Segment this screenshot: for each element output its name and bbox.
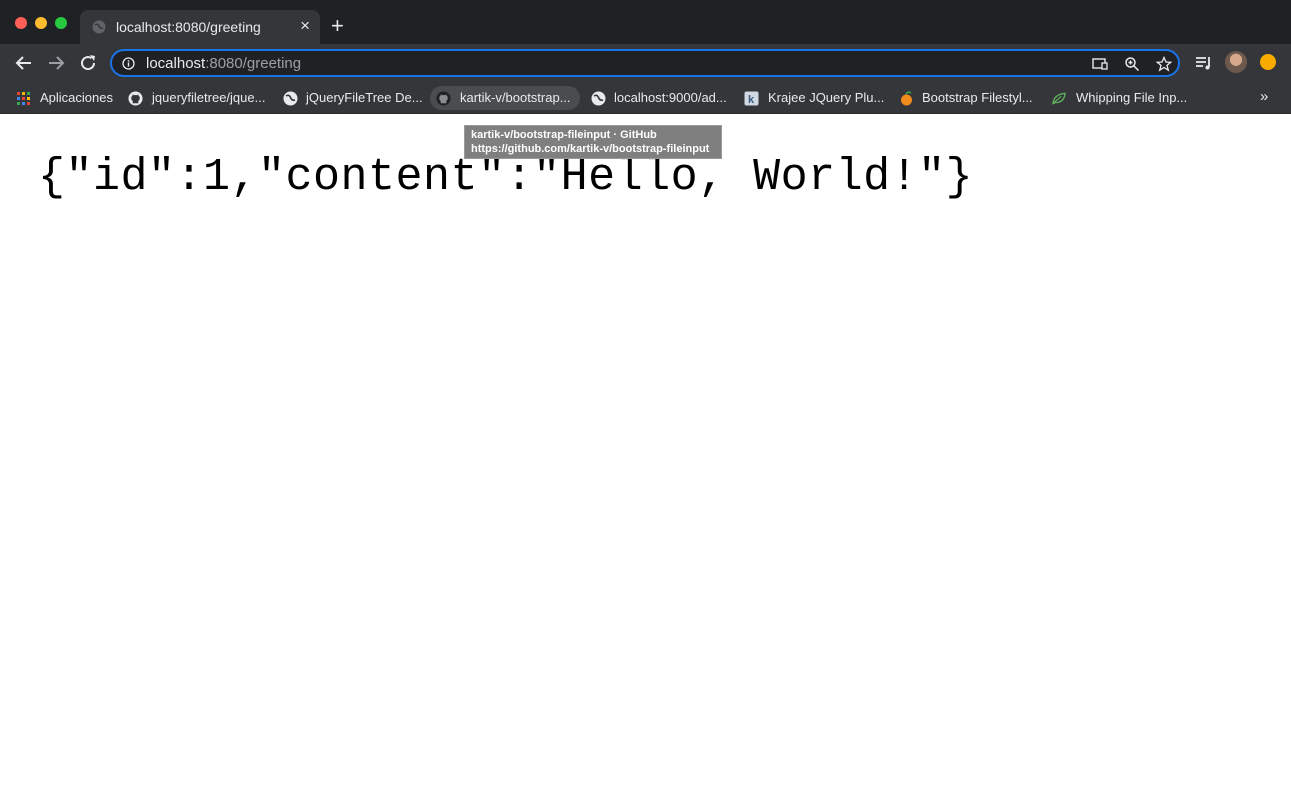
tooltip-url: https://github.com/kartik-v/bootstrap-fi… (471, 143, 710, 155)
info-icon[interactable] (122, 57, 135, 70)
reload-icon[interactable] (78, 53, 98, 73)
bookmark-tooltip: kartik-v/bootstrap-fileinput · GitHub ht… (464, 125, 722, 159)
tab-title: localhost:8080/greeting (116, 19, 261, 35)
close-window-button[interactable] (15, 17, 27, 29)
active-tab[interactable]: localhost:8080/greeting × (80, 10, 320, 44)
tab-close-button[interactable]: × (300, 17, 310, 35)
bookmark-jqueryfiletree-demo[interactable]: jQueryFileTree De... (283, 86, 423, 110)
url-text[interactable]: localhost:8080/greeting (146, 55, 301, 72)
minimize-window-button[interactable] (35, 17, 47, 29)
bookmark-label: Whipping File Inp... (1076, 90, 1188, 105)
bookmark-aplicaciones[interactable]: Aplicaciones (16, 86, 116, 110)
address-bar[interactable]: localhost:8080/greeting (110, 49, 1180, 77)
tab-strip: localhost:8080/greeting × + (0, 0, 1291, 44)
url-path: :8080/greeting (205, 55, 302, 72)
new-tab-button[interactable]: + (331, 15, 344, 37)
github-icon (436, 91, 451, 106)
bookmark-label: Krajee JQuery Plu... (768, 90, 885, 105)
bookmark-whipping-file-input[interactable]: Whipping File Inp... (1052, 86, 1192, 110)
leaf-icon (1052, 92, 1066, 105)
avatar[interactable] (1225, 51, 1247, 73)
bookmark-kartik-bootstrap[interactable]: kartik-v/bootstrap... (430, 86, 580, 110)
bookmark-label: localhost:9000/ad... (614, 90, 727, 105)
bookmark-krajee[interactable]: k Krajee JQuery Plu... (744, 86, 884, 110)
bookmark-label: jQueryFileTree De... (306, 90, 423, 105)
bookmarks-bar: Aplicaciones jqueryfiletree/jque... jQue… (0, 82, 1291, 114)
globe-icon (283, 91, 298, 106)
bookmarks-overflow-button[interactable]: » (1260, 88, 1268, 105)
bookmark-label: Bootstrap Filestyl... (922, 90, 1033, 105)
bookmark-localhost-9000[interactable]: localhost:9000/ad... (591, 86, 731, 110)
bookmark-jqueryfiletree-github[interactable]: jqueryfiletree/jque... (128, 86, 268, 110)
json-response-text: {"id":1,"content":"Hello, World!"} (38, 152, 974, 203)
orange-fruit-icon (901, 91, 912, 106)
toolbar: localhost:8080/greeting (0, 44, 1291, 82)
bookmark-label: kartik-v/bootstrap... (460, 90, 571, 105)
zoom-icon[interactable] (1124, 56, 1140, 72)
globe-icon (92, 20, 106, 34)
back-icon[interactable] (14, 53, 34, 73)
zoom-window-button[interactable] (55, 17, 67, 29)
apps-grid-icon (17, 92, 30, 105)
url-host: localhost (146, 55, 206, 72)
bookmark-bootstrap-filestyle[interactable]: Bootstrap Filestyl... (899, 86, 1039, 110)
svg-text:k: k (748, 94, 755, 106)
bookmark-label: Aplicaciones (40, 90, 113, 105)
bookmark-label: jqueryfiletree/jque... (152, 90, 266, 105)
media-icon[interactable] (1194, 53, 1214, 73)
cast-icon[interactable] (1092, 56, 1108, 72)
krajee-k-icon: k (744, 91, 759, 106)
github-icon (128, 91, 143, 106)
forward-icon[interactable] (46, 53, 66, 73)
star-icon[interactable] (1156, 56, 1172, 72)
extension-icon[interactable] (1260, 54, 1276, 70)
globe-icon (591, 91, 606, 106)
background-tabs (150, 0, 1291, 4)
tooltip-title: kartik-v/bootstrap-fileinput · GitHub (471, 129, 657, 141)
